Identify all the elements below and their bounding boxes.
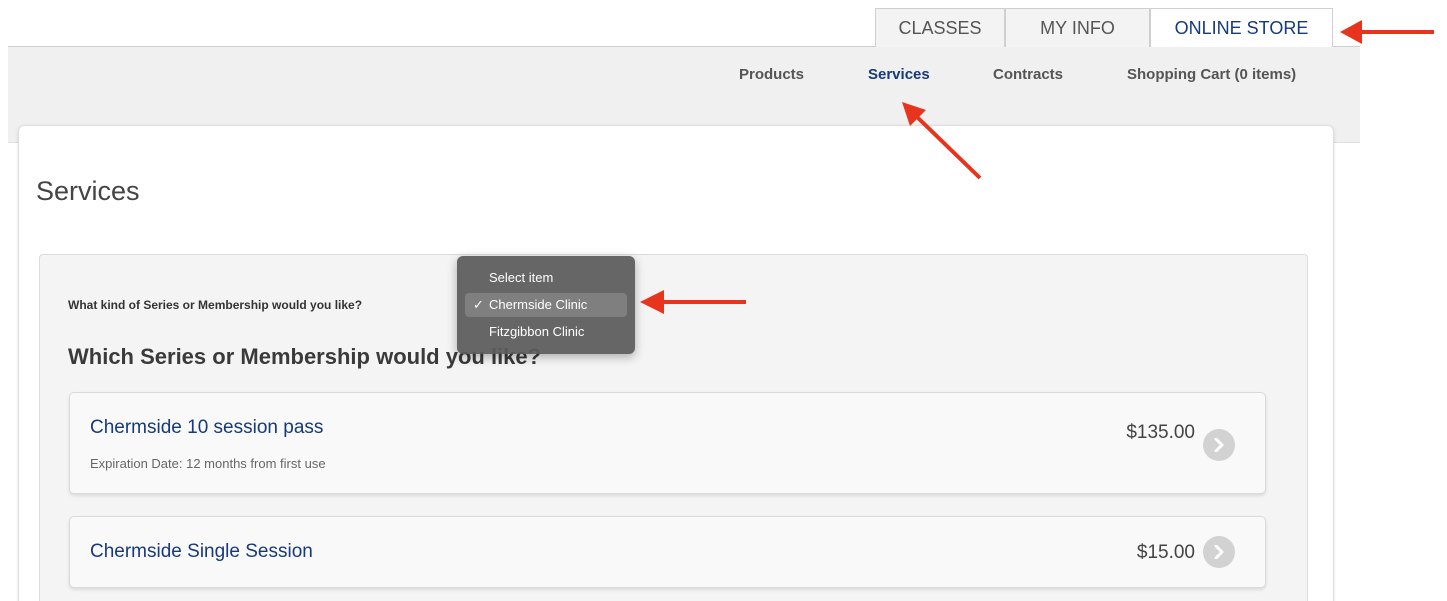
service-item-price: $15.00: [1136, 542, 1195, 563]
page-title: Services: [36, 176, 140, 206]
service-item-price: $135.00: [1126, 422, 1195, 443]
clinic-select-dropdown[interactable]: Select item ✓ Chermside Clinic Fitzgibbo…: [457, 256, 635, 354]
subnav-products[interactable]: Products: [739, 66, 804, 83]
annotation-arrow-online-store: [1340, 20, 1434, 44]
chevron-right-icon[interactable]: [1203, 536, 1235, 568]
dropdown-option-label: Chermside Clinic: [489, 297, 588, 312]
checkmark-icon: ✓: [473, 297, 484, 312]
tab-online-store[interactable]: ONLINE STORE: [1150, 8, 1333, 48]
service-item-name[interactable]: Chermside Single Session: [90, 541, 313, 563]
dropdown-option-fitzgibbon-clinic[interactable]: Fitzgibbon Clinic: [465, 320, 627, 344]
subnav-contracts[interactable]: Contracts: [993, 66, 1063, 83]
series-type-question: What kind of Series or Membership would …: [68, 298, 363, 312]
top-tab-bar: CLASSES MY INFO ONLINE STORE: [0, 0, 1447, 48]
annotation-arrow-chermside: [640, 290, 746, 314]
dropdown-option-chermside-clinic[interactable]: ✓ Chermside Clinic: [465, 293, 627, 317]
subnav-shopping-cart[interactable]: Shopping Cart (0 items): [1127, 66, 1296, 83]
service-item-10-session-pass[interactable]: Chermside 10 session pass Expiration Dat…: [69, 392, 1266, 494]
chevron-right-icon[interactable]: [1203, 429, 1235, 461]
tab-my-info[interactable]: MY INFO: [1005, 8, 1150, 47]
tab-classes[interactable]: CLASSES: [875, 8, 1005, 47]
service-item-expiration: Expiration Date: 12 months from first us…: [90, 456, 326, 471]
annotation-arrow-services: [902, 102, 982, 180]
dropdown-option-select-item[interactable]: Select item: [465, 266, 627, 290]
service-item-name[interactable]: Chermside 10 session pass: [90, 417, 323, 439]
subnav-services[interactable]: Services: [868, 66, 930, 83]
service-item-single-session[interactable]: Chermside Single Session $15.00: [69, 516, 1266, 588]
